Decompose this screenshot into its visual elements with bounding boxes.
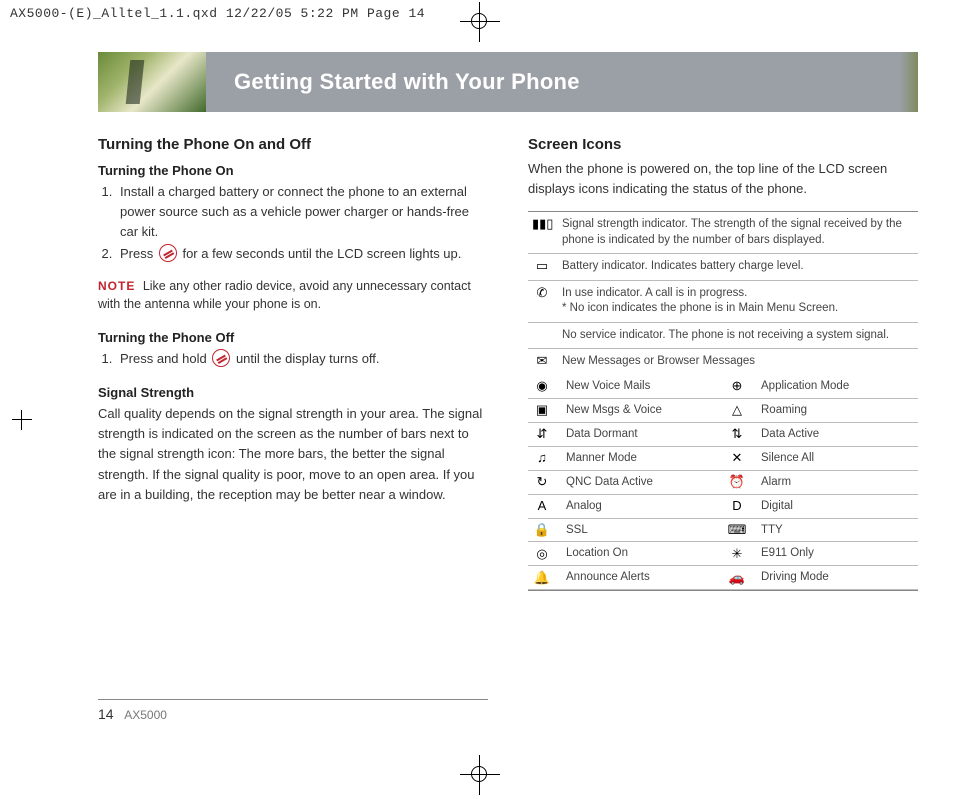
- left-column: Turning the Phone On and Off Turning the…: [98, 136, 488, 591]
- icon-description: In use indicator. A call is in progress.…: [562, 286, 914, 317]
- right-column: Screen Icons When the phone is powered o…: [528, 136, 918, 591]
- page-number: 14: [98, 706, 114, 722]
- icon-label: Driving Mode: [761, 570, 914, 585]
- icon-row: A Analog D Digital: [528, 495, 918, 519]
- icon-description: Battery indicator. Indicates battery cha…: [562, 259, 914, 275]
- page-content: Getting Started with Your Phone Turning …: [98, 52, 918, 722]
- icon-row: ◎ Location On ✳ E911 Only: [528, 542, 918, 566]
- print-metadata-header: AX5000-(E)_Alltel_1.1.qxd 12/22/05 5:22 …: [0, 0, 954, 25]
- icon-description: No service indicator. The phone is not r…: [562, 328, 914, 344]
- turning-off-steps: Press and hold until the display turns o…: [98, 349, 488, 369]
- page-footer: 14 AX5000: [98, 699, 488, 722]
- icon-label: New Msgs & Voice: [566, 403, 719, 418]
- screen-icons-table: ▮▮▯ Signal strength indicator. The streng…: [528, 211, 918, 591]
- icon-label: New Voice Mails: [566, 379, 719, 394]
- on-step-2: Press for a few seconds until the LCD sc…: [116, 244, 488, 264]
- icon-label: Data Dormant: [566, 427, 719, 442]
- msgsvoice-icon: ▣: [532, 403, 552, 417]
- note-label: NOTE: [98, 279, 135, 293]
- icon-label: Application Mode: [761, 379, 914, 394]
- icon-label: Manner Mode: [566, 451, 719, 466]
- alarm-icon: ⏰: [727, 475, 747, 489]
- icon-label: Announce Alerts: [566, 570, 719, 585]
- power-key-icon: [212, 349, 230, 367]
- heading-on-off: Turning the Phone On and Off: [98, 136, 488, 153]
- battery-icon: ▭: [532, 259, 552, 273]
- icon-row: ↻ QNC Data Active ⏰ Alarm: [528, 471, 918, 495]
- icon-label: SSL: [566, 523, 719, 538]
- power-key-icon: [159, 244, 177, 262]
- location-icon: ◎: [532, 547, 552, 561]
- heading-turning-off: Turning the Phone Off: [98, 330, 488, 345]
- icon-row: ◉ New Voice Mails ⊕ Application Mode: [528, 375, 918, 399]
- driving-icon: 🚗: [727, 571, 747, 585]
- icon-description: New Messages or Browser Messages: [562, 354, 914, 370]
- icon-description: Signal strength indicator. The strength …: [562, 217, 914, 248]
- icon-row: 🔔 Announce Alerts 🚗 Driving Mode: [528, 566, 918, 590]
- turning-on-steps: Install a charged battery or connect the…: [98, 182, 488, 265]
- icon-label: Analog: [566, 499, 719, 514]
- dataactive-icon: ⇅: [727, 427, 747, 441]
- manner-icon: ♫: [532, 451, 552, 465]
- icon-row: ▣ New Msgs & Voice △ Roaming: [528, 399, 918, 423]
- icon-label: Alarm: [761, 475, 914, 490]
- icon-row: ♫ Manner Mode ✕ Silence All: [528, 447, 918, 471]
- icon-row: No service indicator. The phone is not r…: [528, 323, 918, 350]
- message-icon: ✉: [532, 354, 552, 368]
- ssl-icon: 🔒: [532, 523, 552, 537]
- registration-mark-bottom: [460, 755, 500, 795]
- signal-strength-body: Call quality depends on the signal stren…: [98, 404, 488, 505]
- icon-label: QNC Data Active: [566, 475, 719, 490]
- silence-icon: ✕: [727, 451, 747, 465]
- icon-label: E911 Only: [761, 546, 914, 561]
- icon-label: Silence All: [761, 451, 914, 466]
- registration-mark-left: [2, 400, 42, 440]
- heading-turning-on: Turning the Phone On: [98, 163, 488, 178]
- chapter-title: Getting Started with Your Phone: [206, 52, 900, 112]
- note-block: NOTE Like any other radio device, avoid …: [98, 277, 488, 315]
- icon-row: ▮▮▯ Signal strength indicator. The streng…: [528, 212, 918, 254]
- icon-row: ✆ In use indicator. A call is in progress…: [528, 281, 918, 323]
- icon-label: Digital: [761, 499, 914, 514]
- datadormant-icon: ⇵: [532, 427, 552, 441]
- voicemail-icon: ◉: [532, 379, 552, 393]
- icon-row: ✉ New Messages or Browser Messages: [528, 349, 918, 375]
- e911-icon: ✳: [727, 547, 747, 561]
- signal-icon: ▮▮▯: [532, 217, 552, 231]
- note-text: Like any other radio device, avoid any u…: [98, 279, 471, 312]
- analog-icon: A: [532, 499, 552, 513]
- chapter-title-endcap: [900, 52, 918, 112]
- icon-label: Data Active: [761, 427, 914, 442]
- noservice-icon: [532, 328, 552, 342]
- icon-label: Roaming: [761, 403, 914, 418]
- model-name: AX5000: [124, 708, 167, 722]
- icon-label: TTY: [761, 523, 914, 538]
- on-step-1: Install a charged battery or connect the…: [116, 182, 488, 242]
- inuse-icon: ✆: [532, 286, 552, 300]
- icon-row: 🔒 SSL ⌨ TTY: [528, 519, 918, 543]
- appmode-icon: ⊕: [727, 379, 747, 393]
- icon-label: Location On: [566, 546, 719, 561]
- screen-icons-intro: When the phone is powered on, the top li…: [528, 159, 918, 199]
- icon-row: ⇵ Data Dormant ⇅ Data Active: [528, 423, 918, 447]
- chapter-title-photo: [98, 52, 206, 112]
- heading-signal-strength: Signal Strength: [98, 385, 488, 400]
- announce-icon: 🔔: [532, 571, 552, 585]
- off-step-1: Press and hold until the display turns o…: [116, 349, 488, 369]
- tty-icon: ⌨: [727, 523, 747, 537]
- digital-icon: D: [727, 499, 747, 513]
- icon-row: ▭ Battery indicator. Indicates battery ch…: [528, 254, 918, 281]
- roaming-icon: △: [727, 403, 747, 417]
- heading-screen-icons: Screen Icons: [528, 136, 918, 153]
- qnc-icon: ↻: [532, 475, 552, 489]
- chapter-title-bar: Getting Started with Your Phone: [98, 52, 918, 112]
